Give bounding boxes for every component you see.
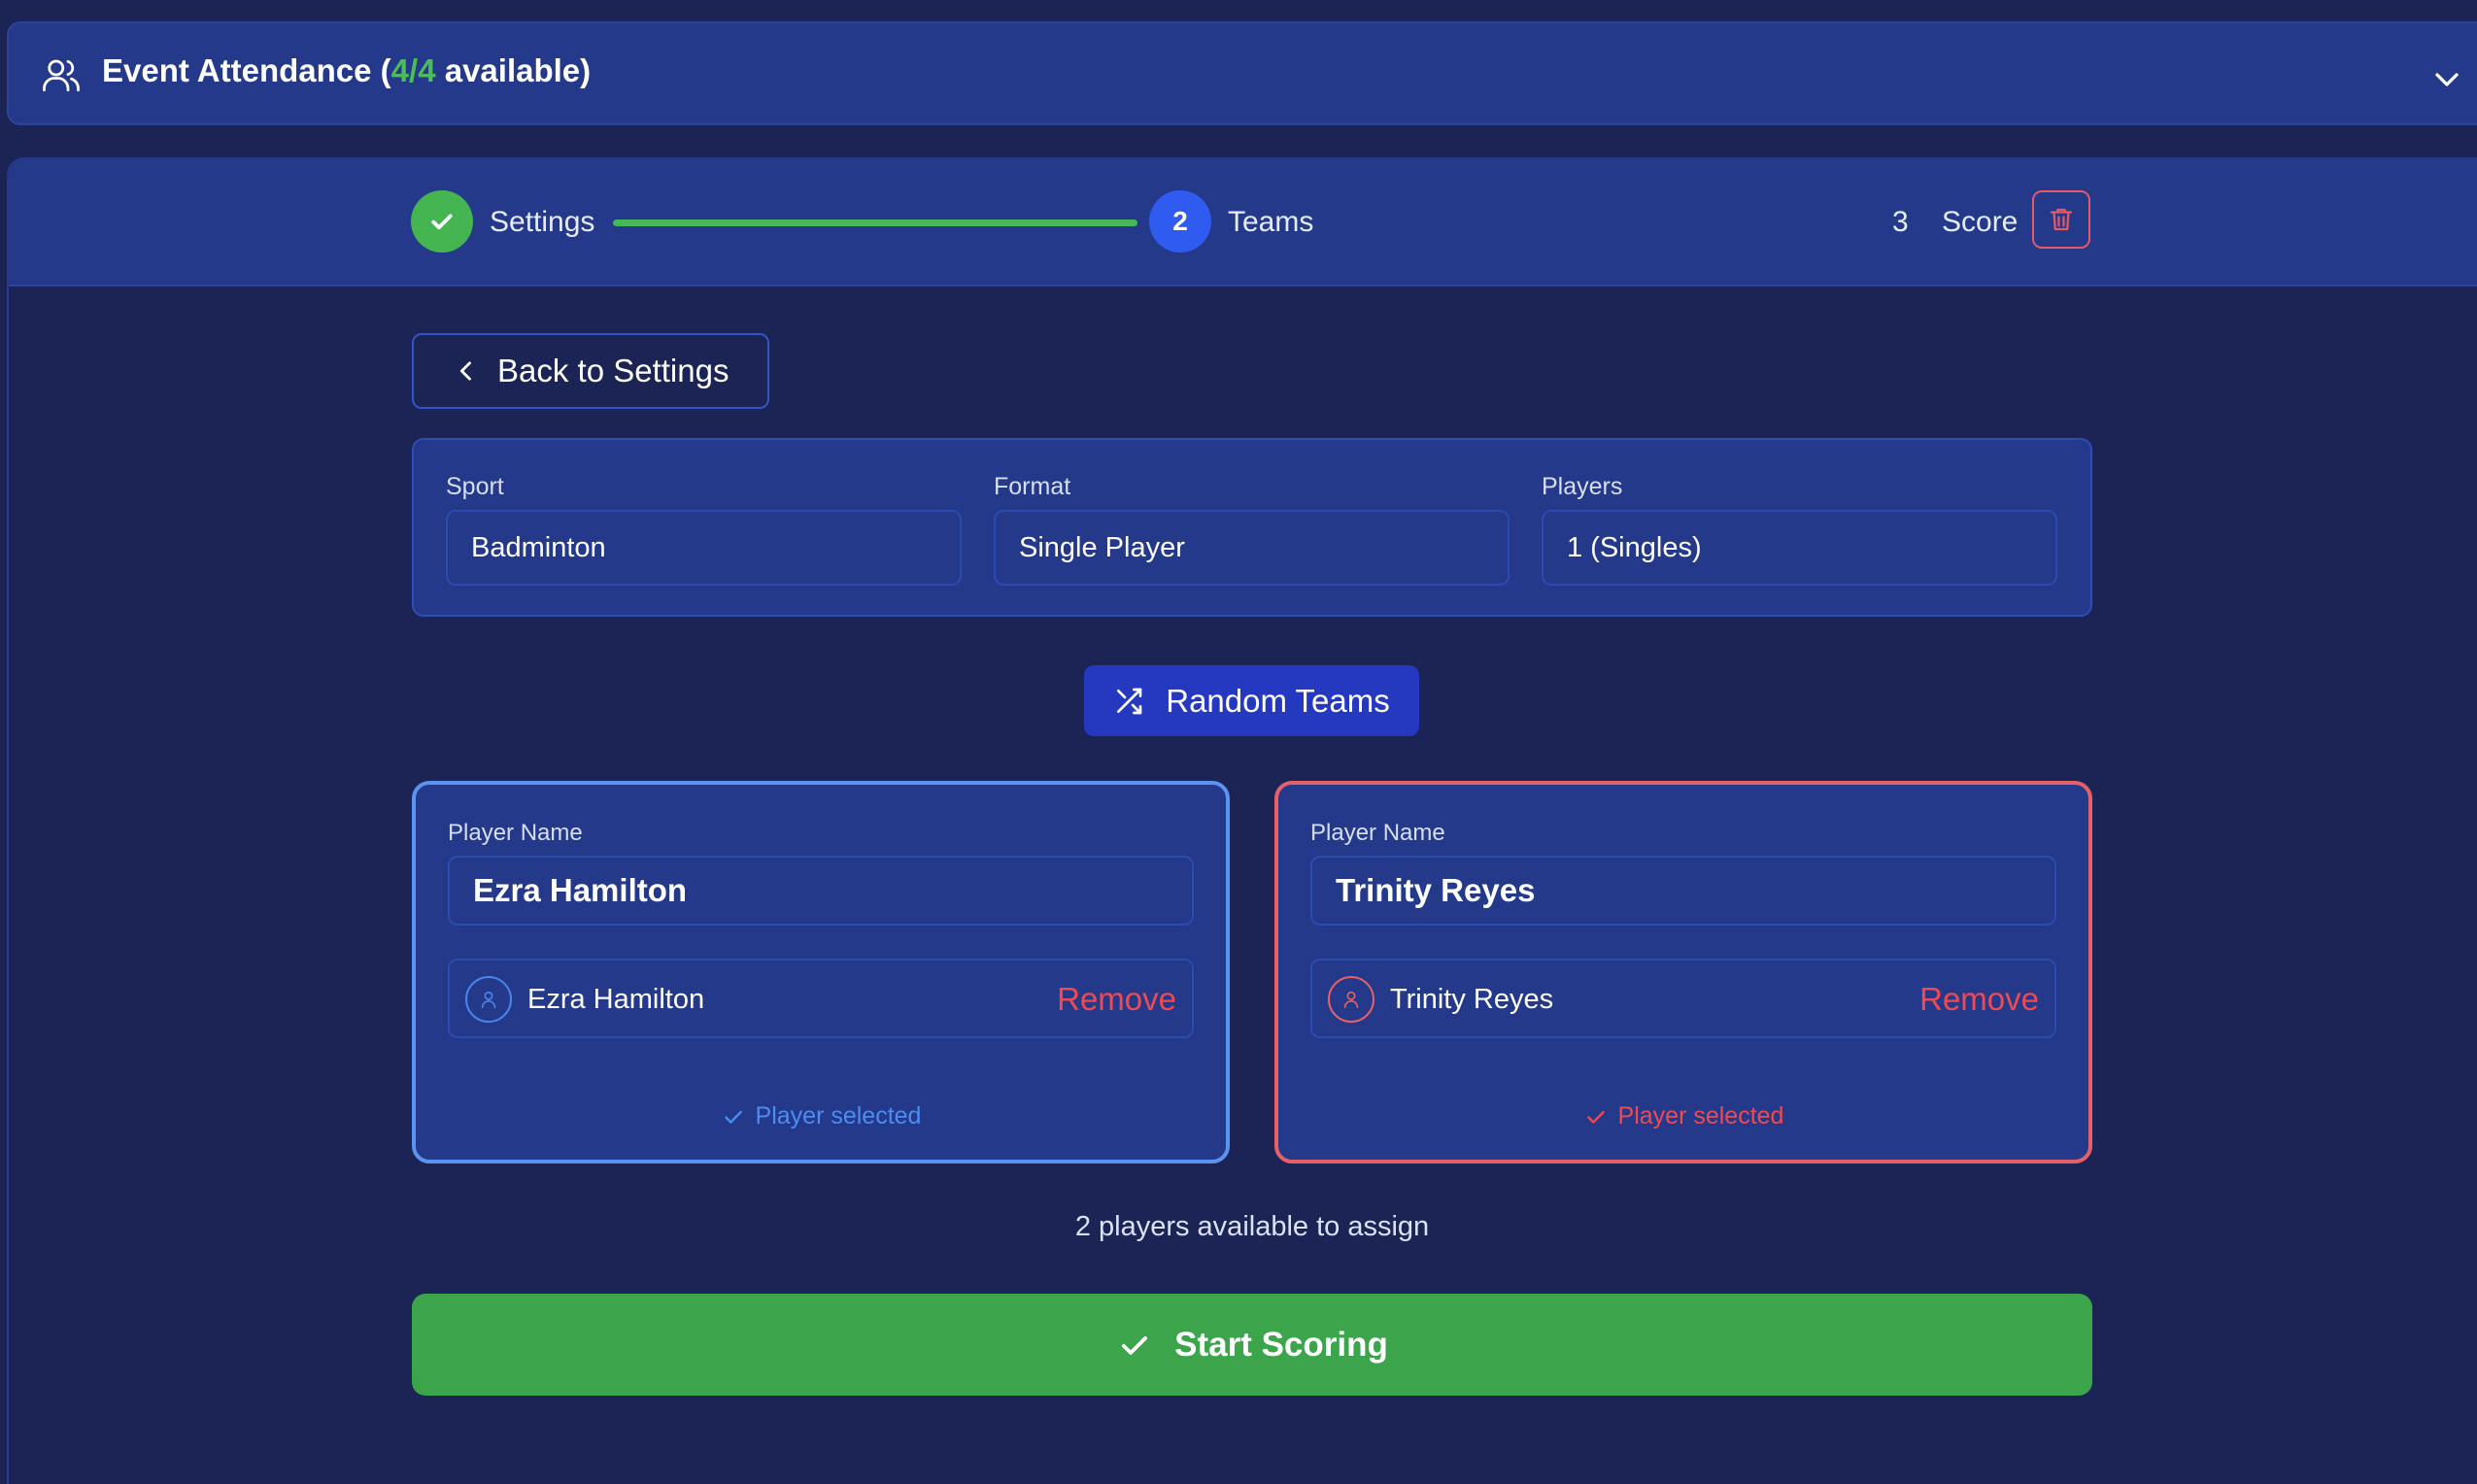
- player-selected-status: Player selected: [416, 1102, 1226, 1130]
- team-card-2: Player Name Trinity Reyes Trinity Reyes …: [1274, 781, 2092, 1164]
- stepper: Settings 2 Teams 3 Score: [9, 159, 2477, 287]
- chevron-down-icon[interactable]: [2427, 60, 2466, 99]
- players-label: Players: [1542, 473, 1623, 500]
- avatar: [1328, 976, 1374, 1023]
- chevron-left-icon: [459, 361, 471, 381]
- check-icon: [1586, 1110, 1605, 1124]
- sport-field: Badminton: [446, 510, 962, 586]
- check-icon: [1122, 1335, 1148, 1355]
- selected-player-row: Ezra Hamilton Remove: [448, 959, 1194, 1038]
- player-name-label: Player Name: [1310, 820, 1445, 846]
- players-available-text: 2 players available to assign: [1074, 1211, 1430, 1242]
- back-button-label: Back to Settings: [497, 353, 730, 388]
- attendance-title-prefix: Event Attendance (: [102, 52, 391, 88]
- avatar: [465, 976, 512, 1023]
- step-score-label: Score: [1942, 206, 2019, 238]
- step-score-number: 3: [1892, 206, 1909, 238]
- format-label: Format: [994, 473, 1071, 500]
- app-root: Event Attendance (4/4 available) Setting…: [0, 0, 2477, 1484]
- step-settings-label[interactable]: Settings: [490, 206, 594, 239]
- selected-player-name: Ezra Hamilton: [527, 984, 705, 1015]
- player-name-input[interactable]: Trinity Reyes: [1310, 856, 2056, 926]
- remove-button[interactable]: Remove: [1057, 981, 1176, 1018]
- player-name-input[interactable]: Ezra Hamilton: [448, 856, 1194, 926]
- delete-button[interactable]: [2032, 190, 2090, 249]
- team-card-1: Player Name Ezra Hamilton Ezra Hamilton …: [412, 781, 1230, 1164]
- event-attendance-header[interactable]: Event Attendance (4/4 available): [7, 21, 2477, 125]
- trash-icon: [2050, 208, 2073, 231]
- random-teams-button[interactable]: Random Teams: [1084, 665, 1419, 736]
- player-name-label: Player Name: [448, 820, 583, 846]
- step-progress-line: [613, 219, 1137, 226]
- step-teams-number[interactable]: 2: [1149, 190, 1211, 253]
- players-field: 1 (Singles): [1542, 510, 2057, 586]
- user-icon: [481, 991, 496, 1009]
- users-icon: [43, 59, 80, 92]
- selected-player-row: Trinity Reyes Remove: [1310, 959, 2056, 1038]
- player-selected-text: Player selected: [755, 1102, 922, 1130]
- attendance-title-suffix: available): [435, 52, 592, 88]
- user-icon: [1343, 991, 1359, 1009]
- attendance-title: Event Attendance (4/4 available): [102, 52, 591, 89]
- shuffle-icon: [1117, 688, 1142, 714]
- match-setup-panel: Settings 2 Teams 3 Score Back to Setting…: [7, 157, 2477, 1484]
- start-scoring-label: Start Scoring: [1174, 1325, 1388, 1364]
- format-field: Single Player: [994, 510, 1510, 586]
- step-teams-label[interactable]: Teams: [1228, 206, 1313, 239]
- step-settings-complete[interactable]: [411, 190, 473, 253]
- player-selected-status: Player selected: [1278, 1102, 2088, 1130]
- check-icon: [431, 214, 453, 230]
- attendance-count: 4/4: [390, 52, 436, 88]
- remove-button[interactable]: Remove: [1919, 981, 2039, 1018]
- player-selected-text: Player selected: [1617, 1102, 1784, 1130]
- check-icon: [724, 1110, 742, 1124]
- settings-summary: Sport Badminton Format Single Player Pla…: [412, 438, 2092, 617]
- back-to-settings-button[interactable]: Back to Settings: [412, 333, 769, 409]
- random-teams-label: Random Teams: [1166, 682, 1390, 719]
- selected-player-name: Trinity Reyes: [1390, 984, 1554, 1015]
- sport-label: Sport: [446, 473, 504, 500]
- start-scoring-button[interactable]: Start Scoring: [412, 1294, 2092, 1396]
